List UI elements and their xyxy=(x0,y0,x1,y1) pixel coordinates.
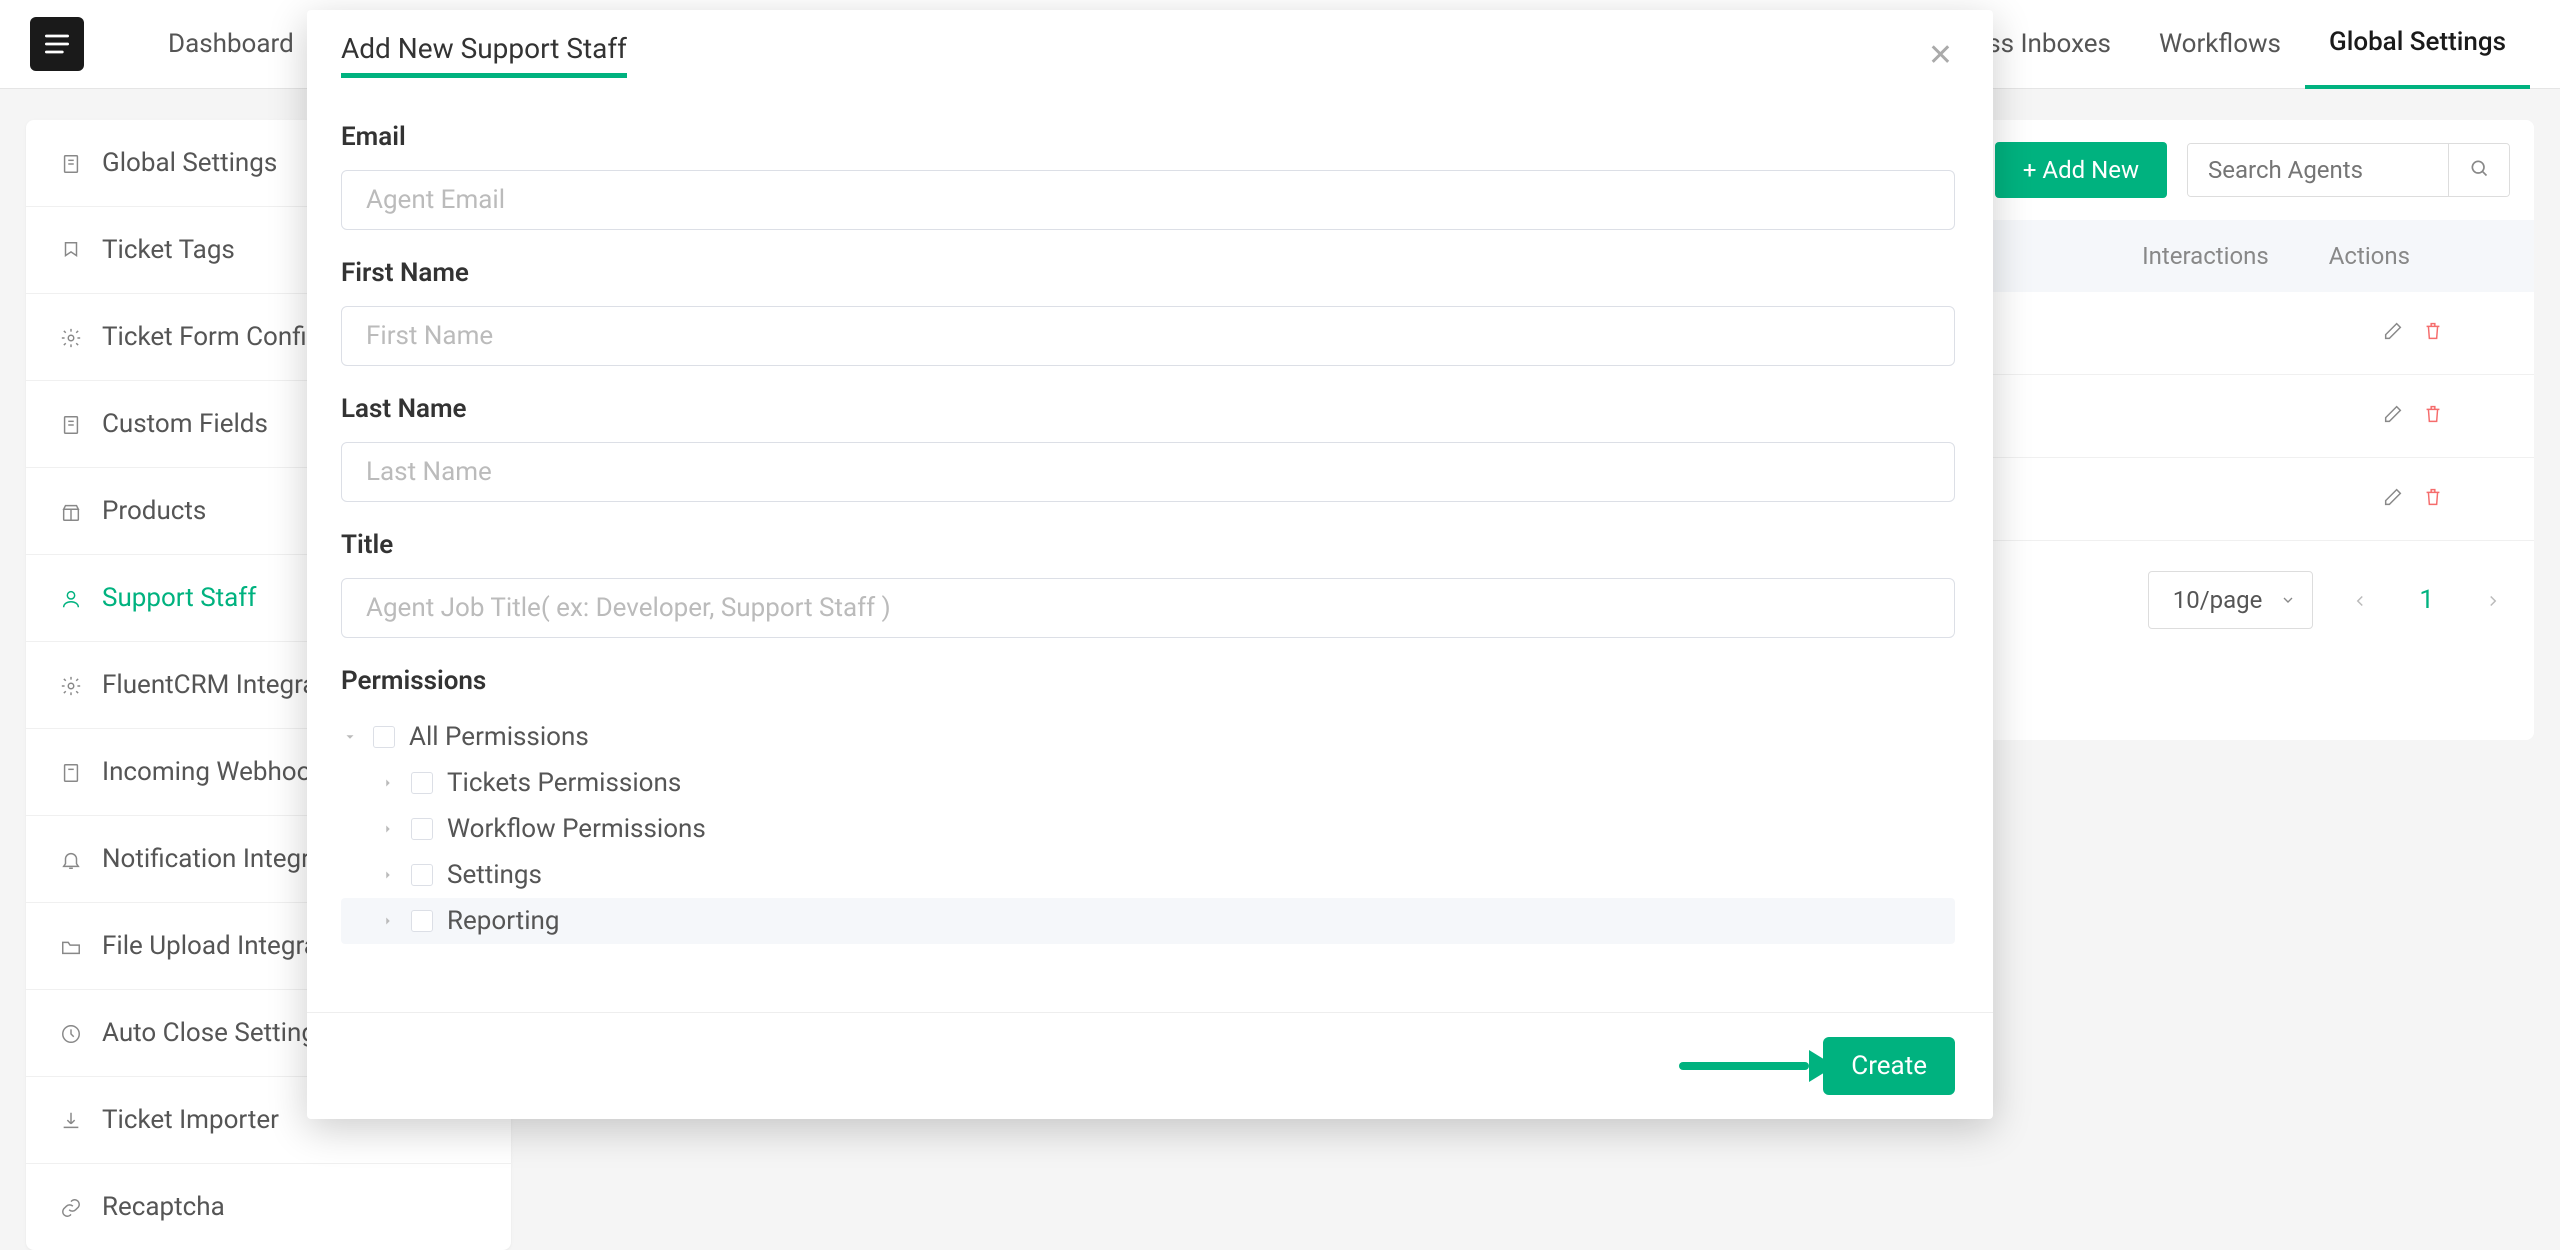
form-group-title: Title xyxy=(341,530,1955,638)
arrow-annotation xyxy=(1679,1050,1835,1082)
caret-down-icon xyxy=(341,730,359,744)
tree-label: Workflow Permissions xyxy=(447,814,706,844)
sidebar-item-label: Recaptcha xyxy=(102,1192,225,1222)
tree-item-workflow-permissions[interactable]: Workflow Permissions xyxy=(341,806,1955,852)
caret-right-icon xyxy=(379,914,397,928)
caret-right-icon xyxy=(379,822,397,836)
form-group-last-name: Last Name xyxy=(341,394,1955,502)
checkbox[interactable] xyxy=(411,818,433,840)
tree-label: All Permissions xyxy=(409,722,589,752)
modal-footer: Create xyxy=(307,1012,1993,1119)
modal-header: Add New Support Staff ✕ xyxy=(307,10,1993,96)
form-group-first-name: First Name xyxy=(341,258,1955,366)
modal-title: Add New Support Staff xyxy=(341,32,627,78)
close-icon: ✕ xyxy=(1928,38,1953,73)
checkbox[interactable] xyxy=(411,772,433,794)
permissions-tree: All Permissions Tickets Permissions xyxy=(341,714,1955,944)
last-name-input[interactable] xyxy=(341,442,1955,502)
form-group-permissions: Permissions All Permissions xyxy=(341,666,1955,944)
close-button[interactable]: ✕ xyxy=(1928,38,1953,73)
form-group-email: Email xyxy=(341,122,1955,230)
first-name-input[interactable] xyxy=(341,306,1955,366)
tree-item-all-permissions[interactable]: All Permissions xyxy=(341,714,1955,760)
first-name-label: First Name xyxy=(341,258,1955,288)
checkbox[interactable] xyxy=(411,910,433,932)
checkbox[interactable] xyxy=(373,726,395,748)
arrow-head-icon xyxy=(1809,1050,1835,1082)
link-icon xyxy=(60,1196,82,1218)
email-label: Email xyxy=(341,122,1955,152)
last-name-label: Last Name xyxy=(341,394,1955,424)
title-input[interactable] xyxy=(341,578,1955,638)
checkbox[interactable] xyxy=(411,864,433,886)
permissions-label: Permissions xyxy=(341,666,1955,696)
modal-overlay: Add New Support Staff ✕ Email First Name… xyxy=(0,0,2560,1177)
tree-item-tickets-permissions[interactable]: Tickets Permissions xyxy=(341,760,1955,806)
create-button[interactable]: Create xyxy=(1823,1037,1955,1095)
tree-label: Settings xyxy=(447,860,542,890)
tree-item-reporting[interactable]: Reporting xyxy=(341,898,1955,944)
tree-label: Tickets Permissions xyxy=(447,768,681,798)
title-label: Title xyxy=(341,530,1955,560)
tree-item-settings[interactable]: Settings xyxy=(341,852,1955,898)
arrow-line xyxy=(1679,1062,1809,1070)
modal-body: Email First Name Last Name Title Permiss… xyxy=(307,96,1993,1012)
caret-right-icon xyxy=(379,776,397,790)
email-input[interactable] xyxy=(341,170,1955,230)
tree-label: Reporting xyxy=(447,906,559,936)
add-support-staff-modal: Add New Support Staff ✕ Email First Name… xyxy=(307,10,1993,1119)
caret-right-icon xyxy=(379,868,397,882)
